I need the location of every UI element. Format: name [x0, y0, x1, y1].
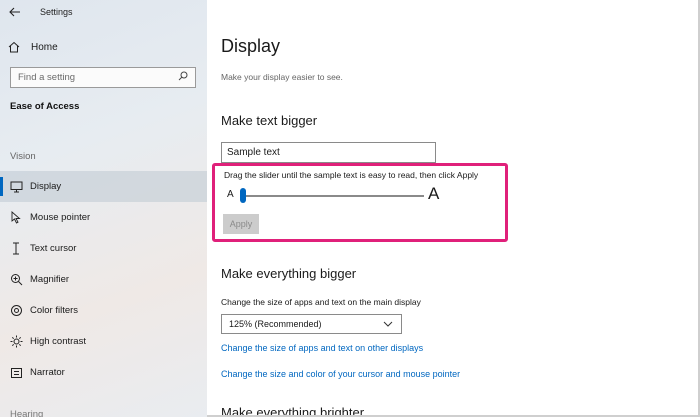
- link-cursor-size[interactable]: Change the size and color of your cursor…: [221, 369, 460, 379]
- nav-home-label: Home: [31, 41, 58, 53]
- heading-make-everything-brighter: Make everything brighter: [221, 405, 365, 415]
- page-subtitle: Make your display easier to see.: [221, 72, 343, 82]
- chevron-down-icon: [383, 319, 393, 329]
- sidebar-item-mouse-pointer[interactable]: Mouse pointer: [0, 202, 207, 233]
- main-content: Display Make your display easier to see.…: [207, 0, 698, 415]
- nav-list: Display Mouse pointer Text cursor Magnif…: [0, 171, 207, 388]
- magnifier-icon: [8, 273, 24, 287]
- sidebar-item-text-cursor[interactable]: Text cursor: [0, 233, 207, 264]
- page-title: Display: [221, 36, 281, 56]
- sidebar-item-label: Display: [30, 181, 62, 192]
- group-title-hearing: Hearing: [10, 409, 44, 417]
- narrator-icon: [8, 366, 24, 380]
- heading-make-everything-bigger: Make everything bigger: [221, 266, 357, 281]
- sidebar-item-label: Color filters: [30, 305, 79, 316]
- search-input[interactable]: Find a setting: [10, 67, 196, 88]
- link-other-displays[interactable]: Change the size of apps and text on othe…: [221, 343, 423, 353]
- sidebar-item-magnifier[interactable]: Magnifier: [0, 264, 207, 295]
- sidebar-item-label: High contrast: [30, 336, 86, 347]
- home-icon: [8, 41, 28, 53]
- color-filters-icon: [8, 304, 24, 318]
- monitor-icon: [8, 180, 24, 194]
- group-title-vision: Vision: [10, 151, 36, 162]
- nav-home[interactable]: Home: [0, 37, 207, 57]
- sidebar-item-label: Narrator: [30, 367, 65, 378]
- sidebar-item-label: Mouse pointer: [30, 212, 91, 223]
- sample-text: Sample text: [227, 147, 280, 158]
- sidebar-item-label: Magnifier: [30, 274, 70, 285]
- high-contrast-icon: [8, 335, 24, 349]
- slider-track: [240, 195, 424, 197]
- scale-dropdown[interactable]: 125% (Recommended): [221, 314, 402, 334]
- slider-min-label: A: [227, 189, 234, 200]
- mouse-pointer-icon: [8, 211, 24, 225]
- sidebar-item-narrator[interactable]: Narrator: [0, 357, 207, 388]
- slider-thumb[interactable]: [240, 188, 246, 203]
- back-arrow-icon[interactable]: [0, 0, 30, 24]
- sidebar-item-color-filters[interactable]: Color filters: [0, 295, 207, 326]
- sidebar: Settings Home Find a setting Ease of Acc…: [0, 0, 207, 417]
- slider-instruction: Drag the slider until the sample text is…: [224, 170, 479, 180]
- sidebar-item-display[interactable]: Display: [0, 171, 207, 202]
- window-title: Settings: [40, 7, 73, 17]
- search-placeholder: Find a setting: [18, 72, 76, 83]
- search-icon: [178, 71, 188, 84]
- section-title: Ease of Access: [10, 101, 80, 112]
- slider-max-label: A: [428, 184, 440, 203]
- title-bar: Settings: [0, 0, 207, 24]
- sample-text-box: Sample text: [221, 142, 436, 163]
- scale-description: Change the size of apps and text on the …: [221, 297, 421, 307]
- heading-make-text-bigger: Make text bigger: [221, 113, 318, 128]
- sidebar-item-high-contrast[interactable]: High contrast: [0, 326, 207, 357]
- text-size-slider[interactable]: [240, 188, 424, 204]
- apply-button[interactable]: Apply: [223, 214, 259, 234]
- sidebar-item-label: Text cursor: [30, 243, 77, 254]
- scale-selected-value: 125% (Recommended): [229, 319, 322, 329]
- text-cursor-icon: [8, 242, 24, 256]
